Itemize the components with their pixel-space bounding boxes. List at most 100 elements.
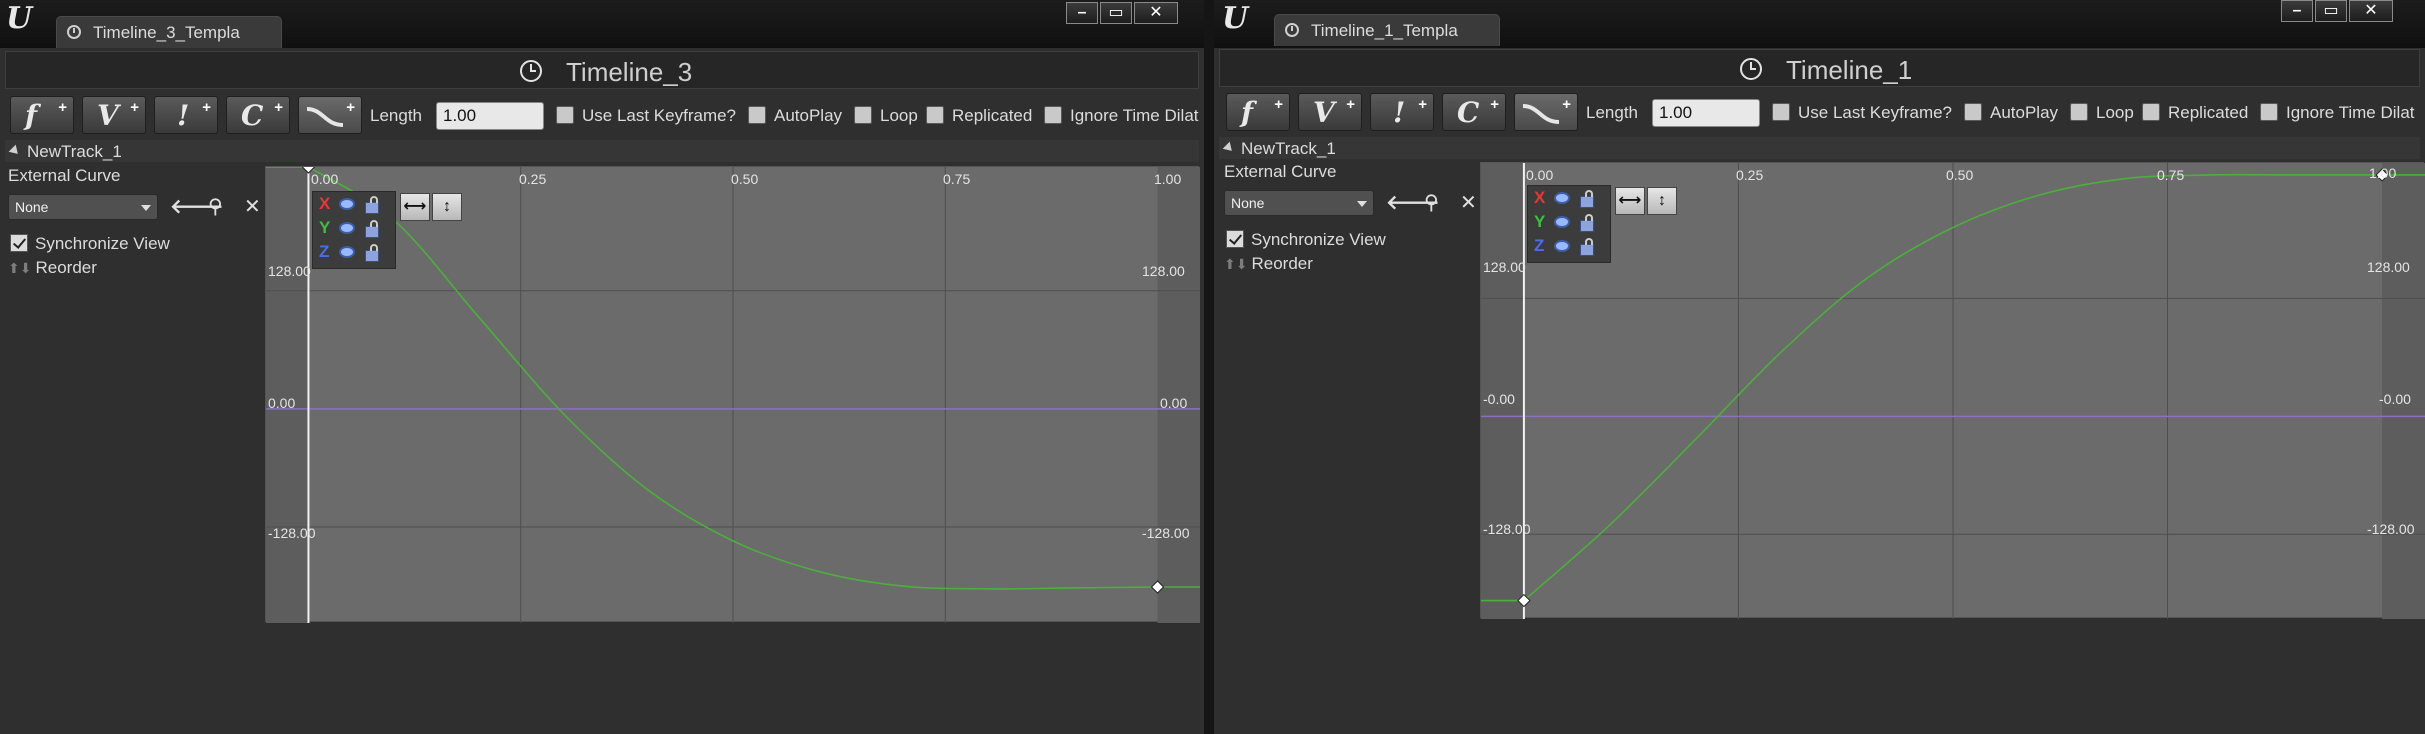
synchronize-view-checkbox[interactable] xyxy=(10,234,28,252)
y-channel-label: Y xyxy=(1534,212,1546,231)
loop-checkbox[interactable] xyxy=(2070,103,2088,121)
add-external-curve-button[interactable]: + xyxy=(298,96,362,134)
x-tick-label: 0.50 xyxy=(1946,167,1974,183)
y-visibility-eye-icon[interactable] xyxy=(1554,216,1570,228)
timeline-header: Timeline_1 xyxy=(1219,49,2420,87)
curve-graph-canvas[interactable] xyxy=(1481,163,2425,619)
curve-graph[interactable]: 0.00 0.25 0.50 0.75 1.00 128.00 -0.00 -1… xyxy=(1480,162,2425,619)
external-curve-dropdown[interactable]: None xyxy=(8,194,158,220)
x-tick-label: 1.00 xyxy=(2369,165,2397,181)
plus-icon: + xyxy=(1274,96,1283,113)
fit-horizontal-button[interactable]: ⟷ xyxy=(1615,187,1645,215)
add-float-track-button[interactable]: f + xyxy=(10,96,74,134)
y-visibility-eye-icon[interactable] xyxy=(339,222,355,234)
reorder-row[interactable]: ⬆⬇ Reorder xyxy=(1224,254,1313,274)
fit-vertical-button[interactable]: ↕ xyxy=(1647,187,1677,215)
reorder-arrows-icon: ⬆⬇ xyxy=(8,260,32,276)
fit-horizontal-button[interactable]: ⟷ xyxy=(400,193,430,221)
add-event-track-button[interactable]: ! + xyxy=(1370,93,1434,131)
y-tick-label-right: 128.00 xyxy=(2367,259,2410,275)
document-tab[interactable]: Timeline_3_Templa xyxy=(56,16,282,48)
collapse-arrow-icon[interactable] xyxy=(8,144,22,158)
collapse-arrow-icon[interactable] xyxy=(1222,141,1236,155)
autoplay-checkbox[interactable] xyxy=(748,106,766,124)
chevron-down-icon xyxy=(1357,201,1367,207)
document-tab-label: Timeline_3_Templa xyxy=(93,23,240,42)
channel-toggles: X Y Z xyxy=(312,191,396,269)
x-tick-label: 0.75 xyxy=(2157,167,2185,183)
synchronize-view-checkbox[interactable] xyxy=(1226,230,1244,248)
window-controls: – ▭ ✕ xyxy=(1066,2,1178,26)
x-lock-icon[interactable] xyxy=(1580,190,1594,208)
x-tick-label: 0.00 xyxy=(1526,167,1554,183)
curve-graph[interactable]: 0.00 0.25 0.50 0.75 1.00 128.00 0.00 -12… xyxy=(265,166,1200,623)
reorder-arrows-icon: ⬆⬇ xyxy=(1224,256,1248,272)
z-visibility-eye-icon[interactable] xyxy=(1554,240,1570,252)
y-channel-label: Y xyxy=(319,218,331,237)
document-tab[interactable]: Timeline_1_Templa xyxy=(1274,14,1500,46)
autoplay-checkbox[interactable] xyxy=(1964,103,1982,121)
float-track-icon: f xyxy=(1241,96,1254,129)
replicated-checkbox[interactable] xyxy=(926,106,944,124)
replicated-label: Replicated xyxy=(952,106,1033,125)
z-visibility-eye-icon[interactable] xyxy=(339,246,355,258)
replicated-checkbox[interactable] xyxy=(2142,103,2160,121)
ignore-time-dilation-checkbox[interactable] xyxy=(1044,106,1062,124)
curve-graph-canvas[interactable] xyxy=(266,167,1200,623)
loop-label: Loop xyxy=(880,106,918,125)
close-button[interactable]: ✕ xyxy=(1134,2,1178,24)
length-input[interactable] xyxy=(1652,99,1760,127)
y-lock-icon[interactable] xyxy=(1580,214,1594,232)
plus-icon: + xyxy=(1346,96,1355,113)
x-tick-label: 0.25 xyxy=(519,171,547,187)
browse-asset-icon[interactable]: ⚲ xyxy=(1424,190,1439,215)
track-header[interactable]: NewTrack_1 xyxy=(1219,137,2420,159)
add-vector-track-button[interactable]: V + xyxy=(82,96,146,134)
x-tick-label: 0.25 xyxy=(1736,167,1764,183)
x-visibility-eye-icon[interactable] xyxy=(1554,192,1570,204)
x-lock-icon[interactable] xyxy=(365,196,379,214)
y-tick-label-left: 128.00 xyxy=(268,263,311,279)
loop-checkbox[interactable] xyxy=(854,106,872,124)
track-header[interactable]: NewTrack_1 xyxy=(5,140,1199,162)
clear-curve-icon[interactable]: ✕ xyxy=(244,194,261,219)
loop-label: Loop xyxy=(2096,103,2134,122)
browse-asset-icon[interactable]: ⚲ xyxy=(208,194,223,219)
timeline-editor-window: U Timeline_1_Templa – ▭ ✕ Timeline_1 f + … xyxy=(1214,0,2425,734)
window-titlebar[interactable]: U Timeline_3_Templa – ▭ ✕ xyxy=(0,0,1204,48)
x-tick-label: 0.00 xyxy=(311,171,339,187)
window-titlebar[interactable]: U Timeline_1_Templa – ▭ ✕ xyxy=(1214,0,2425,48)
minimize-button[interactable]: – xyxy=(2281,0,2313,22)
plus-icon: + xyxy=(130,99,139,116)
autoplay-label: AutoPlay xyxy=(1990,103,2059,122)
float-track-icon: f xyxy=(25,99,38,132)
channel-toggles: X Y Z xyxy=(1527,185,1611,263)
length-input[interactable] xyxy=(436,102,544,130)
reorder-row[interactable]: ⬆⬇ Reorder xyxy=(8,258,97,278)
use-last-keyframe-label: Use Last Keyframe? xyxy=(1798,103,1953,122)
external-curve-dropdown[interactable]: None xyxy=(1224,190,1374,216)
minimize-button[interactable]: – xyxy=(1066,2,1098,24)
z-lock-icon[interactable] xyxy=(365,244,379,262)
add-external-curve-button[interactable]: + xyxy=(1514,93,1578,131)
ignore-time-dilation-checkbox[interactable] xyxy=(2260,103,2278,121)
fit-vertical-button[interactable]: ↕ xyxy=(432,193,462,221)
add-vector-track-button[interactable]: V + xyxy=(1298,93,1362,131)
y-tick-label-right: 128.00 xyxy=(1142,263,1185,279)
maximize-button[interactable]: ▭ xyxy=(1100,2,1132,24)
y-tick-label-left: -128.00 xyxy=(1483,521,1531,537)
add-color-track-button[interactable]: C + xyxy=(226,96,290,134)
use-last-keyframe-checkbox[interactable] xyxy=(556,106,574,124)
maximize-button[interactable]: ▭ xyxy=(2315,0,2347,22)
length-label: Length xyxy=(370,106,422,125)
add-float-track-button[interactable]: f + xyxy=(1226,93,1290,131)
clear-curve-icon[interactable]: ✕ xyxy=(1460,190,1477,215)
y-lock-icon[interactable] xyxy=(365,220,379,238)
add-event-track-button[interactable]: ! + xyxy=(154,96,218,134)
z-lock-icon[interactable] xyxy=(1580,238,1594,256)
x-visibility-eye-icon[interactable] xyxy=(339,198,355,210)
synchronize-view-label: Synchronize View xyxy=(1251,230,1386,249)
use-last-keyframe-checkbox[interactable] xyxy=(1772,103,1790,121)
add-color-track-button[interactable]: C + xyxy=(1442,93,1506,131)
close-button[interactable]: ✕ xyxy=(2349,0,2393,22)
